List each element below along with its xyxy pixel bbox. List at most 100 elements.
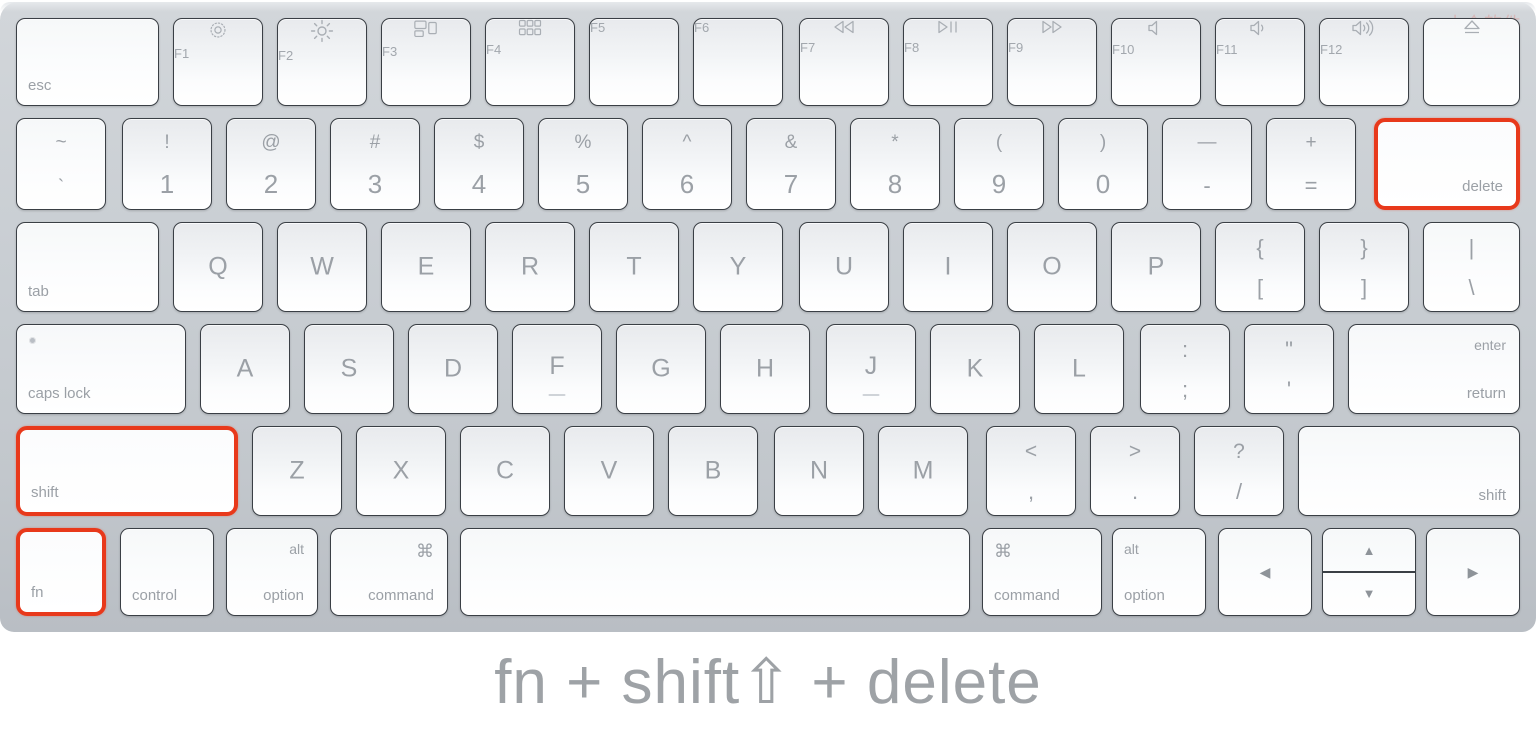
key-e[interactable]: E xyxy=(381,222,471,312)
brightness-up-icon xyxy=(278,19,366,43)
key-d[interactable]: D xyxy=(408,324,498,414)
key-9-bottom: 9 xyxy=(991,169,1007,199)
key-p[interactable]: P xyxy=(1111,222,1201,312)
key-7[interactable]: & 7 xyxy=(746,118,836,210)
key-c-label: C xyxy=(495,456,515,485)
key-b[interactable]: B xyxy=(668,426,758,516)
key-command-left[interactable]: ⌘ command xyxy=(330,528,448,616)
key-f6[interactable]: F6 xyxy=(693,18,783,106)
key-bracket-left[interactable]: { [ xyxy=(1215,222,1305,312)
key-j[interactable]: J xyxy=(826,324,916,414)
key-option-left-label: option xyxy=(263,587,304,604)
key-eject[interactable] xyxy=(1423,18,1520,106)
key-1-top: ! xyxy=(164,132,170,153)
key-space[interactable] xyxy=(460,528,970,616)
key-f3-label: F3 xyxy=(382,44,398,59)
key-delete[interactable]: delete xyxy=(1374,118,1520,210)
key-x-label: X xyxy=(392,456,410,485)
key-bracket-left-bottom: [ xyxy=(1256,275,1264,300)
key-minus-top: — xyxy=(1197,132,1217,153)
rewind-icon xyxy=(800,19,888,35)
key-fn[interactable]: fn xyxy=(16,528,106,616)
key-f7[interactable]: F7 xyxy=(799,18,889,106)
key-0[interactable]: ) 0 xyxy=(1058,118,1148,210)
key-8[interactable]: * 8 xyxy=(850,118,940,210)
key-f2[interactable]: F2 xyxy=(277,18,367,106)
key-o[interactable]: O xyxy=(1007,222,1097,312)
key-f11[interactable]: F11 xyxy=(1215,18,1305,106)
key-n[interactable]: N xyxy=(774,426,864,516)
key-f4[interactable]: F4 xyxy=(485,18,575,106)
key-arrow-down[interactable]: ▼ xyxy=(1323,572,1415,615)
key-a[interactable]: A xyxy=(200,324,290,414)
key-arrow-updown[interactable]: ▲ ▼ xyxy=(1322,528,1416,616)
key-u[interactable]: U xyxy=(799,222,889,312)
key-control[interactable]: control xyxy=(120,528,214,616)
key-shift-left[interactable]: shift xyxy=(16,426,238,516)
key-shift-right[interactable]: shift xyxy=(1298,426,1520,516)
key-backtick[interactable]: ~ ` xyxy=(16,118,106,210)
key-fn-label: fn xyxy=(31,584,44,601)
key-option-left[interactable]: alt option xyxy=(226,528,318,616)
key-arrow-right[interactable]: ▶ xyxy=(1426,528,1520,616)
key-2[interactable]: @ 2 xyxy=(226,118,316,210)
key-option-right[interactable]: alt option xyxy=(1112,528,1206,616)
key-v[interactable]: V xyxy=(564,426,654,516)
key-k[interactable]: K xyxy=(930,324,1020,414)
key-h[interactable]: H xyxy=(720,324,810,414)
key-5[interactable]: % 5 xyxy=(538,118,628,210)
key-comma[interactable]: < , xyxy=(986,426,1076,516)
key-f8[interactable]: F8 xyxy=(903,18,993,106)
key-command-right[interactable]: ⌘ command xyxy=(982,528,1102,616)
key-q-label: Q xyxy=(208,252,228,281)
key-f9-label: F9 xyxy=(1008,40,1024,55)
key-3[interactable]: # 3 xyxy=(330,118,420,210)
key-f8-label: F8 xyxy=(904,40,920,55)
key-quote[interactable]: " ' xyxy=(1244,324,1334,414)
key-f5[interactable]: F5 xyxy=(589,18,679,106)
key-c[interactable]: C xyxy=(460,426,550,516)
key-caps-lock[interactable]: caps lock xyxy=(16,324,186,414)
key-9[interactable]: ( 9 xyxy=(954,118,1044,210)
key-minus[interactable]: — - xyxy=(1162,118,1252,210)
key-f10[interactable]: F10 xyxy=(1111,18,1201,106)
key-arrow-left[interactable]: ◀ xyxy=(1218,528,1312,616)
key-tab[interactable]: tab xyxy=(16,222,159,312)
key-1[interactable]: ! 1 xyxy=(122,118,212,210)
key-f1[interactable]: F1 xyxy=(173,18,263,106)
key-f[interactable]: F xyxy=(512,324,602,414)
key-i-label: I xyxy=(944,252,952,281)
key-bracket-right[interactable]: } ] xyxy=(1319,222,1409,312)
key-equal[interactable]: + = xyxy=(1266,118,1356,210)
key-e-label: E xyxy=(417,252,435,281)
key-t[interactable]: T xyxy=(589,222,679,312)
key-slash[interactable]: ? / xyxy=(1194,426,1284,516)
key-esc[interactable]: esc xyxy=(16,18,159,106)
key-semicolon[interactable]: : ; xyxy=(1140,324,1230,414)
key-f9[interactable]: F9 xyxy=(1007,18,1097,106)
key-f12[interactable]: F12 xyxy=(1319,18,1409,106)
key-g[interactable]: G xyxy=(616,324,706,414)
key-z[interactable]: Z xyxy=(252,426,342,516)
key-v-label: V xyxy=(600,456,618,485)
key-w[interactable]: W xyxy=(277,222,367,312)
key-l[interactable]: L xyxy=(1034,324,1124,414)
key-period[interactable]: > . xyxy=(1090,426,1180,516)
key-return-enter-label: enter xyxy=(1474,337,1506,353)
key-i[interactable]: I xyxy=(903,222,993,312)
key-f3[interactable]: F3 xyxy=(381,18,471,106)
key-return[interactable]: enter return xyxy=(1348,324,1520,414)
key-x[interactable]: X xyxy=(356,426,446,516)
key-y[interactable]: Y xyxy=(693,222,783,312)
caps-lock-led-icon xyxy=(29,337,36,344)
key-arrow-up[interactable]: ▲ xyxy=(1323,529,1415,572)
key-q[interactable]: Q xyxy=(173,222,263,312)
key-s[interactable]: S xyxy=(304,324,394,414)
key-d-label: D xyxy=(443,354,463,383)
key-4[interactable]: $ 4 xyxy=(434,118,524,210)
key-6[interactable]: ^ 6 xyxy=(642,118,732,210)
key-backslash[interactable]: | \ xyxy=(1423,222,1520,312)
key-4-top: $ xyxy=(473,132,485,153)
key-m[interactable]: M xyxy=(878,426,968,516)
key-r[interactable]: R xyxy=(485,222,575,312)
